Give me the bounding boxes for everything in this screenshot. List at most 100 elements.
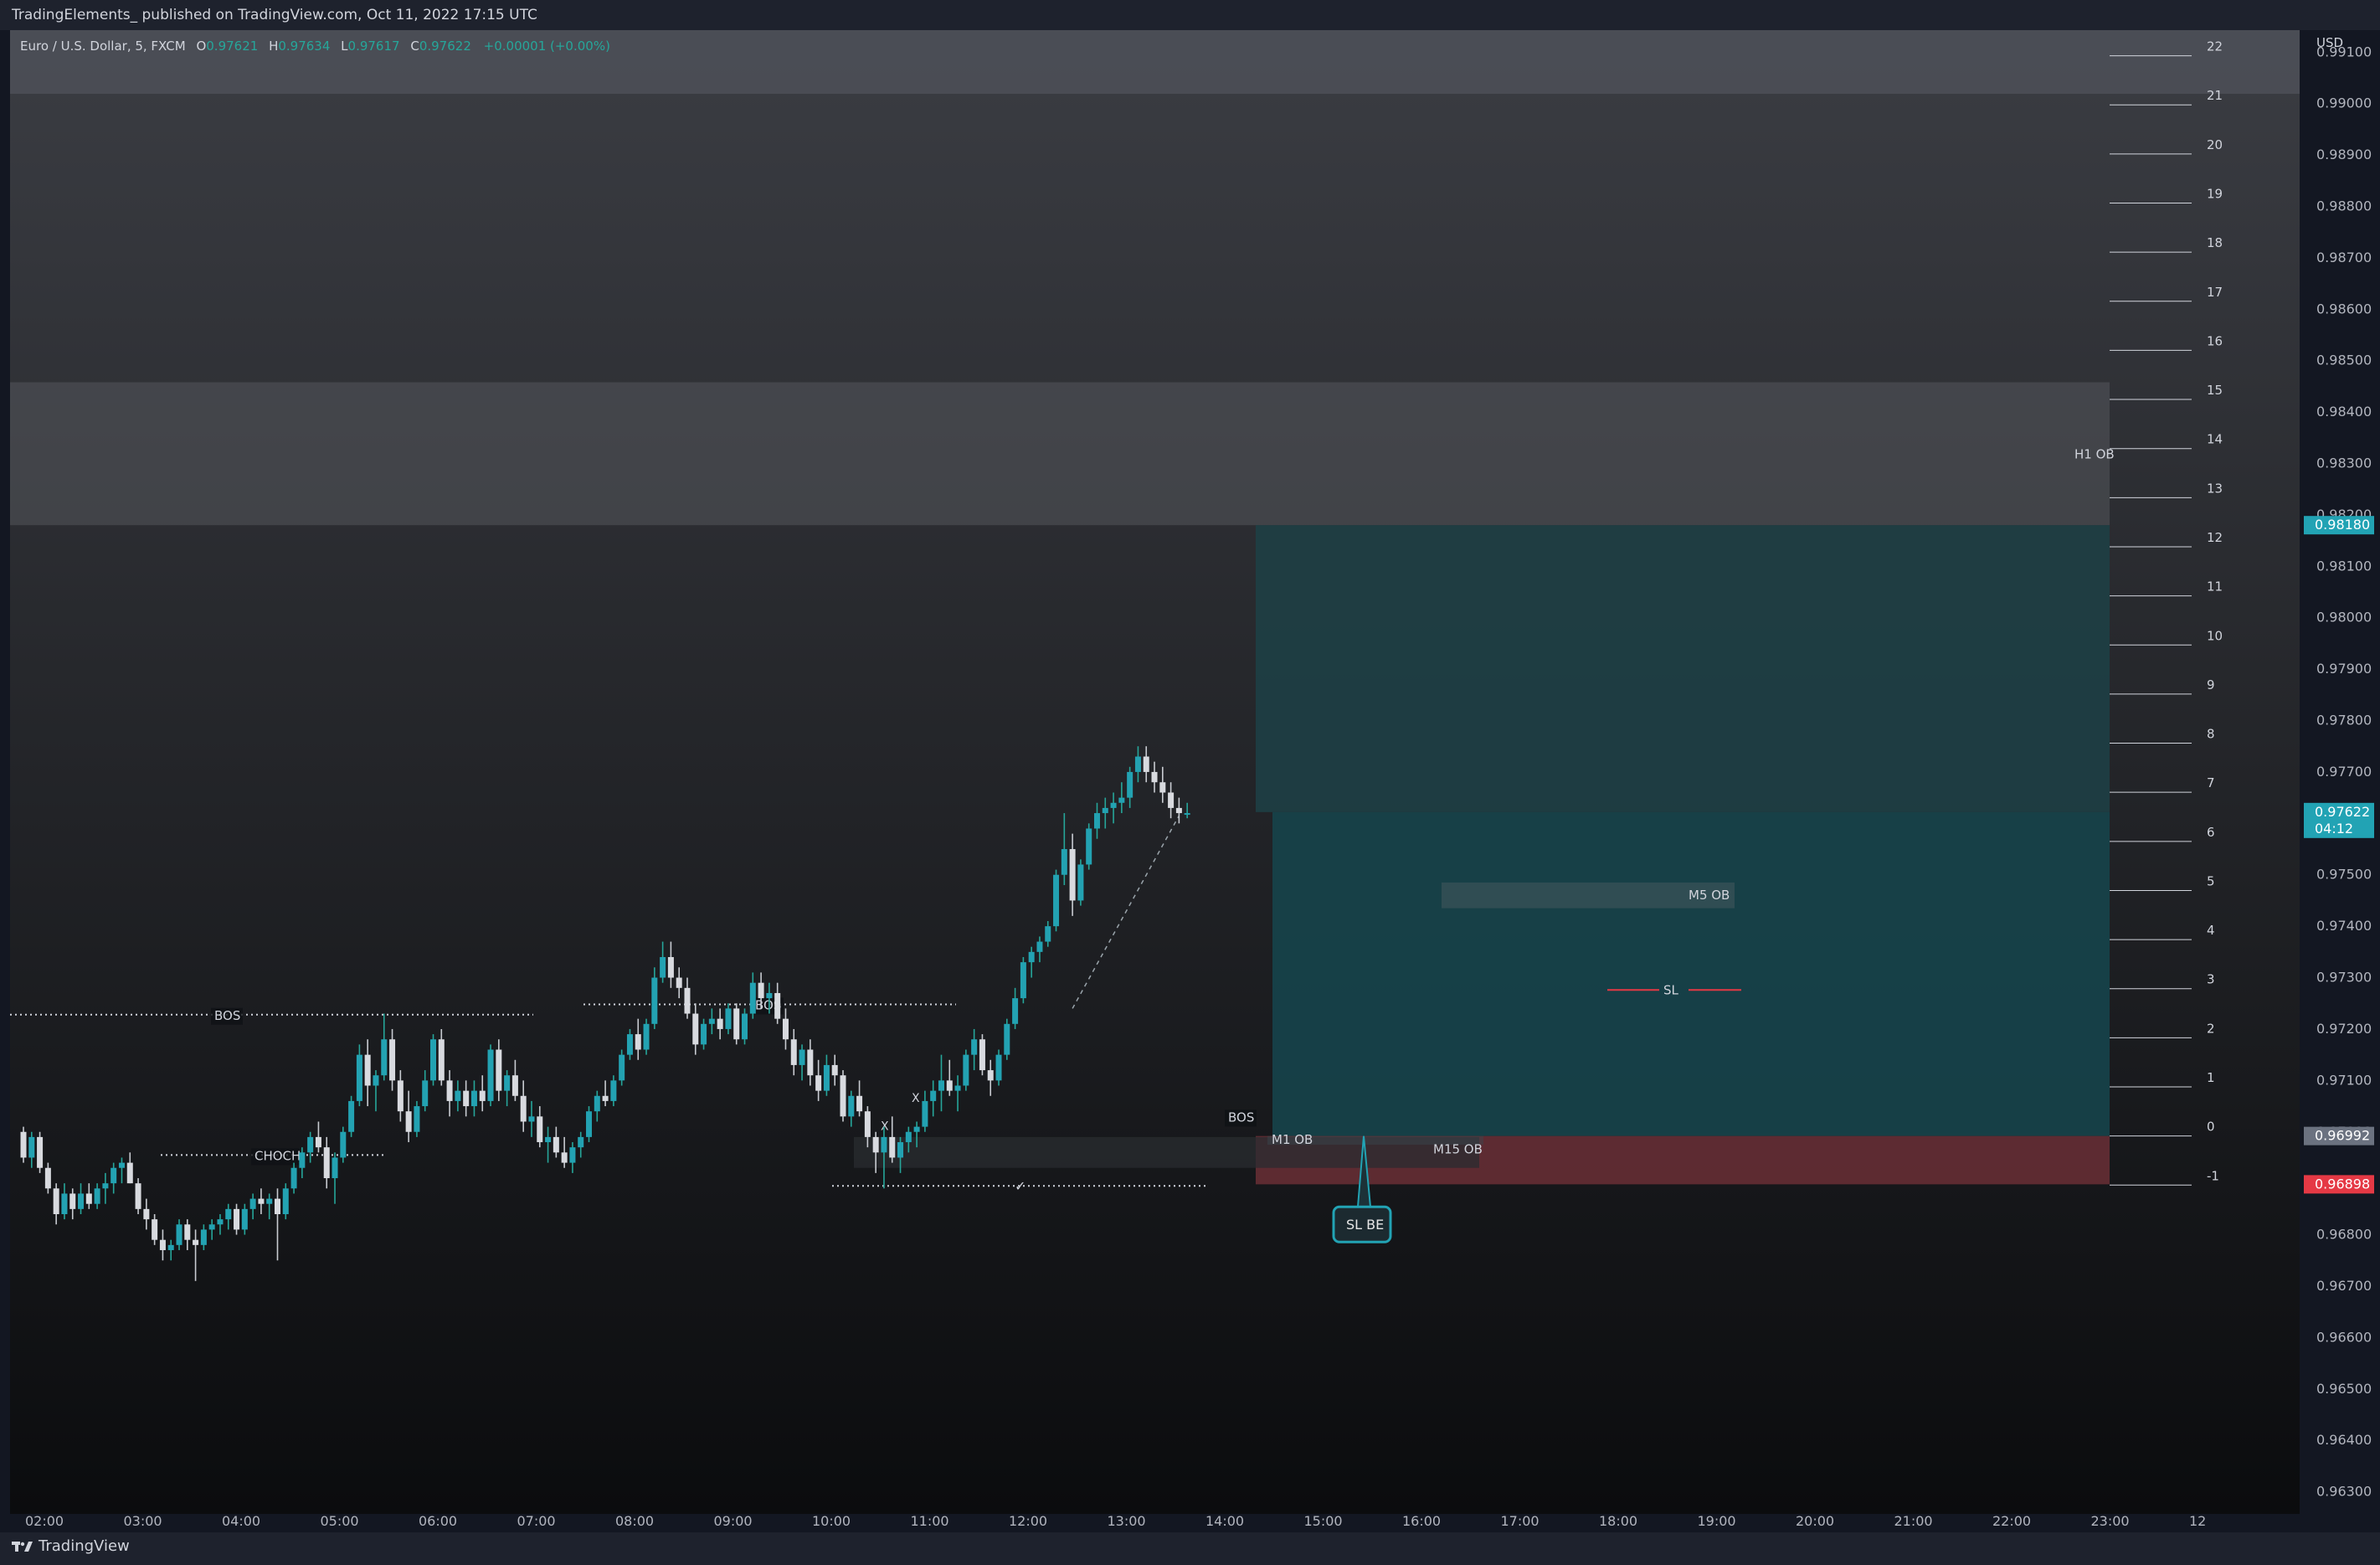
candle-body[interactable] [1110, 802, 1117, 808]
candle-body[interactable] [1102, 807, 1108, 814]
candle-body[interactable] [561, 1152, 568, 1163]
candle-body[interactable] [619, 1054, 625, 1081]
candle-body[interactable] [651, 977, 658, 1024]
candle-body[interactable] [274, 1198, 280, 1214]
candle-body[interactable] [938, 1080, 944, 1091]
candle-body[interactable] [528, 1116, 535, 1122]
candle-body[interactable] [676, 977, 682, 988]
candle-body[interactable] [307, 1136, 314, 1153]
candle-body[interactable] [323, 1147, 330, 1179]
candle-body[interactable] [373, 1075, 379, 1086]
candle-body[interactable] [496, 1049, 502, 1091]
candle-body[interactable] [1093, 813, 1100, 829]
candle-body[interactable] [905, 1131, 912, 1143]
candle-body[interactable] [545, 1136, 552, 1143]
candle-body[interactable] [881, 1136, 887, 1153]
candle-body[interactable] [897, 1142, 904, 1158]
candle-body[interactable] [537, 1116, 543, 1143]
candle-body[interactable] [635, 1034, 641, 1050]
candle-body[interactable] [1028, 951, 1035, 963]
candle-body[interactable] [422, 1080, 429, 1107]
candle-body[interactable] [840, 1075, 846, 1117]
candle-body[interactable] [184, 1224, 191, 1240]
candle-body[interactable] [1045, 926, 1051, 942]
candle-body[interactable] [889, 1136, 896, 1158]
candle-body[interactable] [78, 1193, 85, 1209]
candle-body[interactable] [176, 1224, 182, 1245]
candle-body[interactable] [708, 1018, 715, 1024]
candle-body[interactable] [1134, 756, 1141, 772]
candle-body[interactable] [733, 1008, 740, 1040]
candle-body[interactable] [299, 1152, 306, 1168]
candle-body[interactable] [1151, 771, 1158, 783]
candle-body[interactable] [234, 1208, 240, 1230]
candle-body[interactable] [1061, 849, 1067, 875]
candle-body[interactable] [610, 1080, 617, 1101]
candle-body[interactable] [848, 1095, 855, 1117]
candle-body[interactable] [438, 1039, 445, 1081]
candle-body[interactable] [520, 1095, 527, 1122]
candle-body[interactable] [626, 1034, 633, 1055]
candle-body[interactable] [963, 1054, 969, 1086]
candle-body[interactable] [389, 1039, 396, 1081]
candle-body[interactable] [143, 1208, 150, 1220]
candle-body[interactable] [717, 1018, 723, 1029]
candle-body[interactable] [701, 1023, 707, 1045]
candle-body[interactable] [118, 1162, 125, 1168]
candle-body[interactable] [463, 1090, 470, 1107]
candle-body[interactable] [774, 992, 781, 1019]
candle-body[interactable] [511, 1075, 518, 1096]
candle-body[interactable] [479, 1090, 486, 1101]
candle-body[interactable] [446, 1080, 453, 1101]
candle-body[interactable] [594, 1095, 600, 1112]
candle-body[interactable] [152, 1219, 158, 1240]
candle-body[interactable] [1069, 849, 1076, 901]
candle-body[interactable] [569, 1147, 576, 1163]
candle-body[interactable] [1004, 1023, 1010, 1055]
candle-body[interactable] [159, 1239, 166, 1250]
candle-body[interactable] [405, 1111, 412, 1132]
candle-body[interactable] [37, 1136, 44, 1168]
candle-body[interactable] [971, 1039, 978, 1055]
candle-body[interactable] [602, 1095, 609, 1101]
candle-body[interactable] [1036, 941, 1043, 952]
candle-body[interactable] [487, 1049, 494, 1101]
candle-body[interactable] [53, 1188, 59, 1214]
tradingview-logo[interactable]: TradingView [12, 1537, 130, 1555]
candle-body[interactable] [470, 1090, 477, 1107]
candle-body[interactable] [1168, 792, 1175, 808]
candle-body[interactable] [193, 1239, 199, 1245]
candle-body[interactable] [241, 1208, 248, 1230]
candle-body[interactable] [126, 1162, 133, 1184]
candle-body[interactable] [667, 956, 674, 978]
candle-body[interactable] [200, 1229, 207, 1245]
candle-body[interactable] [815, 1075, 822, 1091]
candle-body[interactable] [1012, 998, 1019, 1024]
candle-body[interactable] [225, 1208, 232, 1220]
candle-body[interactable] [381, 1039, 388, 1076]
candle-body[interactable] [1175, 807, 1182, 814]
candle-body[interactable] [1184, 813, 1190, 816]
candle-body[interactable] [356, 1054, 362, 1101]
candle-body[interactable] [414, 1106, 420, 1132]
candle-body[interactable] [782, 1018, 789, 1040]
candle-body[interactable] [692, 1013, 699, 1045]
candle-body[interactable] [1127, 771, 1133, 798]
candle-body[interactable] [217, 1219, 224, 1225]
candle-body[interactable] [823, 1064, 830, 1091]
candle-body[interactable] [69, 1193, 76, 1209]
candle-body[interactable] [766, 992, 773, 999]
candle-body[interactable] [979, 1039, 985, 1071]
candle-body[interactable] [28, 1136, 35, 1158]
candle-body[interactable] [332, 1157, 338, 1179]
candle-body[interactable] [856, 1095, 863, 1112]
candle-body[interactable] [586, 1111, 593, 1137]
candle-body[interactable] [913, 1126, 920, 1132]
candle-body[interactable] [290, 1167, 297, 1189]
candle-body[interactable] [725, 1008, 732, 1029]
candle-body[interactable] [799, 1049, 805, 1065]
candle-body[interactable] [922, 1100, 928, 1127]
candle-body[interactable] [660, 956, 666, 978]
candle-body[interactable] [364, 1054, 371, 1086]
candle-body[interactable] [954, 1085, 961, 1091]
